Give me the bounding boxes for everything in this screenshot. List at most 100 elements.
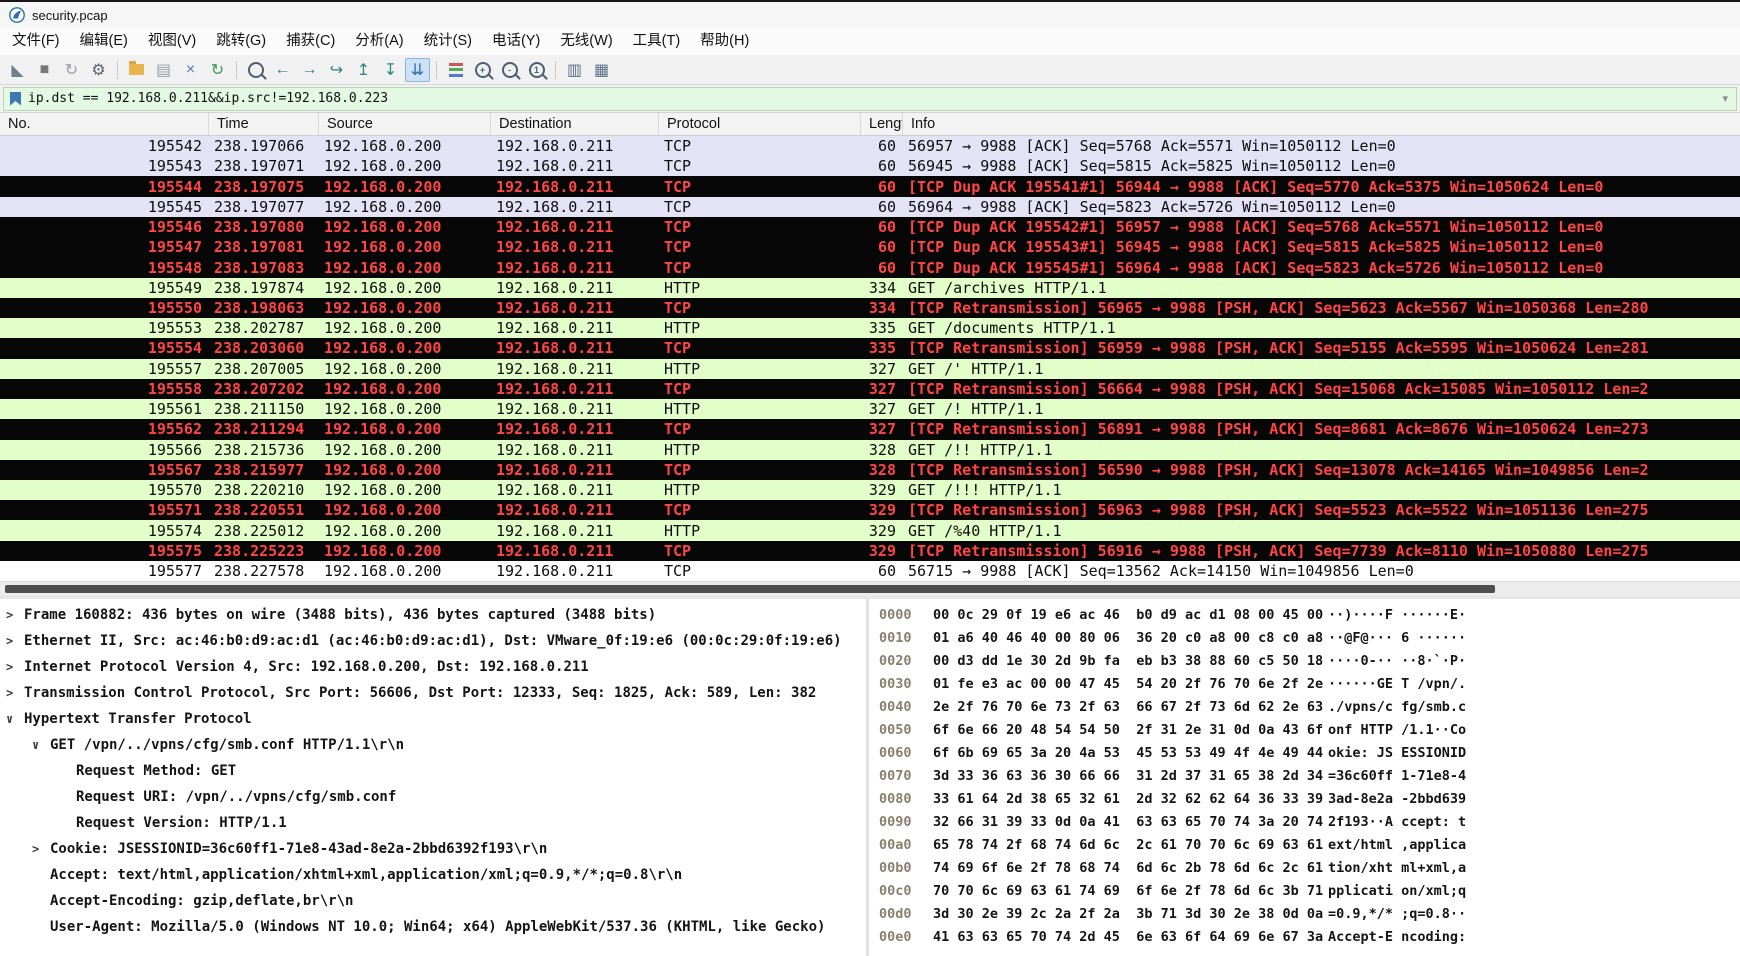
packet-row[interactable]: 195548 238.197083 192.168.0.200 192.168.0.2… xyxy=(0,257,1740,278)
hex-row[interactable]: 0050 6f 6e 66 20 48 54 54 50 2f 31 2e 31 … xyxy=(879,718,1740,741)
menu-analyze[interactable]: 分析(A) xyxy=(345,28,413,55)
packet-row[interactable]: 195570 238.220210 192.168.0.200 192.168.0.2… xyxy=(0,479,1740,501)
detail-line[interactable]: > Transmission Control Protocol, Src Port… xyxy=(0,680,866,706)
go-bottom-icon[interactable]: ↧ xyxy=(378,58,403,82)
auto-scroll-icon[interactable]: ⇊ xyxy=(405,57,430,82)
column-header-info[interactable]: Info xyxy=(902,113,1740,135)
detail-line[interactable]: Request URI: /vpn/../vpns/cfg/smb.conf xyxy=(0,784,866,810)
find-packet-icon[interactable] xyxy=(243,58,268,82)
packet-row[interactable]: 195577 238.227578 192.168.0.200 192.168.0.2… xyxy=(0,560,1740,581)
menu-wireless[interactable]: 无线(W) xyxy=(550,28,622,55)
column-header-protocol[interactable]: Protocol xyxy=(658,113,860,135)
go-back-icon[interactable]: ← xyxy=(270,58,295,82)
packet-row[interactable]: 195561 238.211150 192.168.0.200 192.168.0.2… xyxy=(0,399,1740,420)
detail-line[interactable]: ∨ Hypertext Transfer Protocol xyxy=(0,706,866,732)
menu-telephony[interactable]: 电话(Y) xyxy=(482,28,550,55)
filter-bookmark-icon[interactable] xyxy=(10,91,21,106)
column-header-time[interactable]: Time xyxy=(208,113,318,135)
column-header-no[interactable]: No. xyxy=(0,113,208,135)
packet-row[interactable]: 195575 238.225223 192.168.0.200 192.168.0.2… xyxy=(0,540,1740,561)
open-file-icon[interactable] xyxy=(124,58,149,82)
packet-row[interactable]: 195562 238.211294 192.168.0.200 192.168.0.2… xyxy=(0,419,1740,440)
packet-row[interactable]: 195558 238.207202 192.168.0.200 192.168.0.2… xyxy=(0,378,1740,400)
packet-row[interactable]: 195546 238.197080 192.168.0.200 192.168.0.2… xyxy=(0,216,1740,238)
packet-row[interactable]: 195571 238.220551 192.168.0.200 192.168.0.2… xyxy=(0,500,1740,521)
hex-row[interactable]: 00c0 70 70 6c 69 63 61 74 69 6f 6e 2f 78 … xyxy=(879,879,1740,902)
column-header-lengt[interactable]: Lengt xyxy=(860,113,902,135)
zoom-out-icon[interactable]: - xyxy=(497,58,522,82)
stop-capture-icon[interactable]: ■ xyxy=(32,58,57,82)
restart-capture-icon[interactable]: ↻ xyxy=(59,58,84,82)
horizontal-scrollbar-thumb[interactable] xyxy=(5,585,1495,593)
colorize-icon[interactable] xyxy=(443,58,468,82)
zoom-100-icon[interactable]: 1 xyxy=(524,58,549,82)
packet-row[interactable]: 195545 238.197077 192.168.0.200 192.168.0.2… xyxy=(0,196,1740,217)
hex-row[interactable]: 00d0 3d 30 2e 39 2c 2a 2f 2a 3b 71 3d 30 … xyxy=(879,902,1740,925)
capture-options-icon[interactable]: ⚙ xyxy=(86,58,111,82)
packet-row[interactable]: 195543 238.197071 192.168.0.200 192.168.0.2… xyxy=(0,156,1740,177)
detail-line[interactable]: Request Version: HTTP/1.1 xyxy=(0,810,866,836)
hex-row[interactable]: 00b0 74 69 6f 6e 2f 78 68 74 6d 6c 2b 78 … xyxy=(879,856,1740,879)
hex-row[interactable]: 0020 00 d3 dd 1e 30 2d 9b fa eb b3 38 88 … xyxy=(879,649,1740,672)
hex-row[interactable]: 00a0 65 78 74 2f 68 74 6d 6c 2c 61 70 70 … xyxy=(879,833,1740,856)
expander-icon[interactable]: ∨ xyxy=(32,738,50,752)
packet-row[interactable]: 195557 238.207005 192.168.0.200 192.168.0.2… xyxy=(0,358,1740,379)
packet-row[interactable]: 195553 238.202787 192.168.0.200 192.168.0.2… xyxy=(0,318,1740,339)
adjust-columns-icon[interactable]: ▦ xyxy=(589,58,614,82)
expander-icon[interactable]: > xyxy=(32,842,50,856)
packet-row[interactable]: 195554 238.203060 192.168.0.200 192.168.0.2… xyxy=(0,338,1740,359)
detail-line[interactable]: Request Method: GET xyxy=(0,758,866,784)
packet-row[interactable]: 195550 238.198063 192.168.0.200 192.168.0.2… xyxy=(0,297,1740,319)
expander-icon[interactable]: > xyxy=(6,634,24,648)
detail-line[interactable]: > Ethernet II, Src: ac:46:b0:d9:ac:d1 (ac… xyxy=(0,628,866,654)
menu-capture[interactable]: 捕获(C) xyxy=(276,28,345,55)
expander-icon[interactable]: > xyxy=(6,660,24,674)
zoom-in-icon[interactable]: + xyxy=(470,58,495,82)
start-capture-icon[interactable]: ◣ xyxy=(5,58,30,82)
packet-row[interactable]: 195542 238.197066 192.168.0.200 192.168.0.2… xyxy=(0,136,1740,157)
hex-row[interactable]: 0030 01 fe e3 ac 00 00 47 45 54 20 2f 76 … xyxy=(879,672,1740,695)
reload-file-icon[interactable]: ↻ xyxy=(205,58,230,82)
expander-icon[interactable]: ∨ xyxy=(6,712,24,726)
menu-go[interactable]: 跳转(G) xyxy=(206,28,276,55)
menu-statistics[interactable]: 统计(S) xyxy=(414,28,482,55)
menu-view[interactable]: 视图(V) xyxy=(138,28,206,55)
display-filter-field[interactable]: ▾ xyxy=(3,86,1737,111)
hex-row[interactable]: 0000 00 0c 29 0f 19 e6 ac 46 b0 d9 ac d1 … xyxy=(879,603,1740,626)
column-header-source[interactable]: Source xyxy=(318,113,490,135)
detail-line[interactable]: > Frame 160882: 436 bytes on wire (3488 b… xyxy=(0,602,866,628)
expander-icon[interactable]: > xyxy=(6,686,24,700)
detail-line[interactable]: Accept: text/html,application/xhtml+xml,… xyxy=(0,862,866,888)
menu-tools[interactable]: 工具(T) xyxy=(623,28,691,55)
hex-row[interactable]: 0070 3d 33 36 63 36 30 66 66 31 2d 37 31 … xyxy=(879,764,1740,787)
hex-row[interactable]: 0080 33 61 64 2d 38 65 32 61 2d 32 62 62 … xyxy=(879,787,1740,810)
hex-row[interactable]: 0090 32 66 31 39 33 0d 0a 41 63 63 65 70 … xyxy=(879,810,1740,833)
hex-row[interactable]: 0040 2e 2f 76 70 6e 73 2f 63 66 67 2f 73 … xyxy=(879,695,1740,718)
horizontal-scrollbar[interactable] xyxy=(0,581,1740,596)
packet-row[interactable]: 195544 238.197075 192.168.0.200 192.168.0.2… xyxy=(0,176,1740,197)
hex-row[interactable]: 00e0 41 63 63 65 70 74 2d 45 6e 63 6f 64 … xyxy=(879,925,1740,948)
detail-line[interactable]: > Internet Protocol Version 4, Src: 192.1… xyxy=(0,654,866,680)
go-forward-icon[interactable]: → xyxy=(297,58,322,82)
menu-file[interactable]: 文件(F) xyxy=(2,28,70,55)
hex-row[interactable]: 0010 01 a6 40 46 40 00 80 06 36 20 c0 a8 … xyxy=(879,626,1740,649)
go-to-packet-icon[interactable]: ↪ xyxy=(324,58,349,82)
packet-row[interactable]: 195547 238.197081 192.168.0.200 192.168.0.2… xyxy=(0,237,1740,258)
detail-line[interactable]: > Cookie: JSESSIONID=36c60ff1-71e8-43ad-8… xyxy=(0,836,866,862)
hex-row[interactable]: 0060 6f 6b 69 65 3a 20 4a 53 45 53 53 49 … xyxy=(879,741,1740,764)
expander-icon[interactable]: > xyxy=(6,608,24,622)
detail-line[interactable]: User-Agent: Mozilla/5.0 (Windows NT 10.0… xyxy=(0,914,866,940)
detail-line[interactable]: ∨ GET /vpn/../vpns/cfg/smb.conf HTTP/1.1\… xyxy=(0,732,866,758)
packet-row[interactable]: 195549 238.197874 192.168.0.200 192.168.0.2… xyxy=(0,277,1740,298)
resize-columns-icon[interactable]: ▥ xyxy=(562,58,587,82)
close-file-icon[interactable]: × xyxy=(178,58,203,82)
column-header-destination[interactable]: Destination xyxy=(490,113,658,135)
packet-row[interactable]: 195566 238.215736 192.168.0.200 192.168.0.2… xyxy=(0,439,1740,460)
packet-row[interactable]: 195567 238.215977 192.168.0.200 192.168.0.2… xyxy=(0,459,1740,480)
menu-help[interactable]: 帮助(H) xyxy=(690,28,759,55)
filter-dropdown-icon[interactable]: ▾ xyxy=(1722,92,1730,105)
go-top-icon[interactable]: ↥ xyxy=(351,58,376,82)
menu-edit[interactable]: 编辑(E) xyxy=(70,28,138,55)
save-file-icon[interactable]: ▤ xyxy=(151,58,176,82)
detail-line[interactable]: Accept-Encoding: gzip,deflate,br\r\n xyxy=(0,888,866,914)
